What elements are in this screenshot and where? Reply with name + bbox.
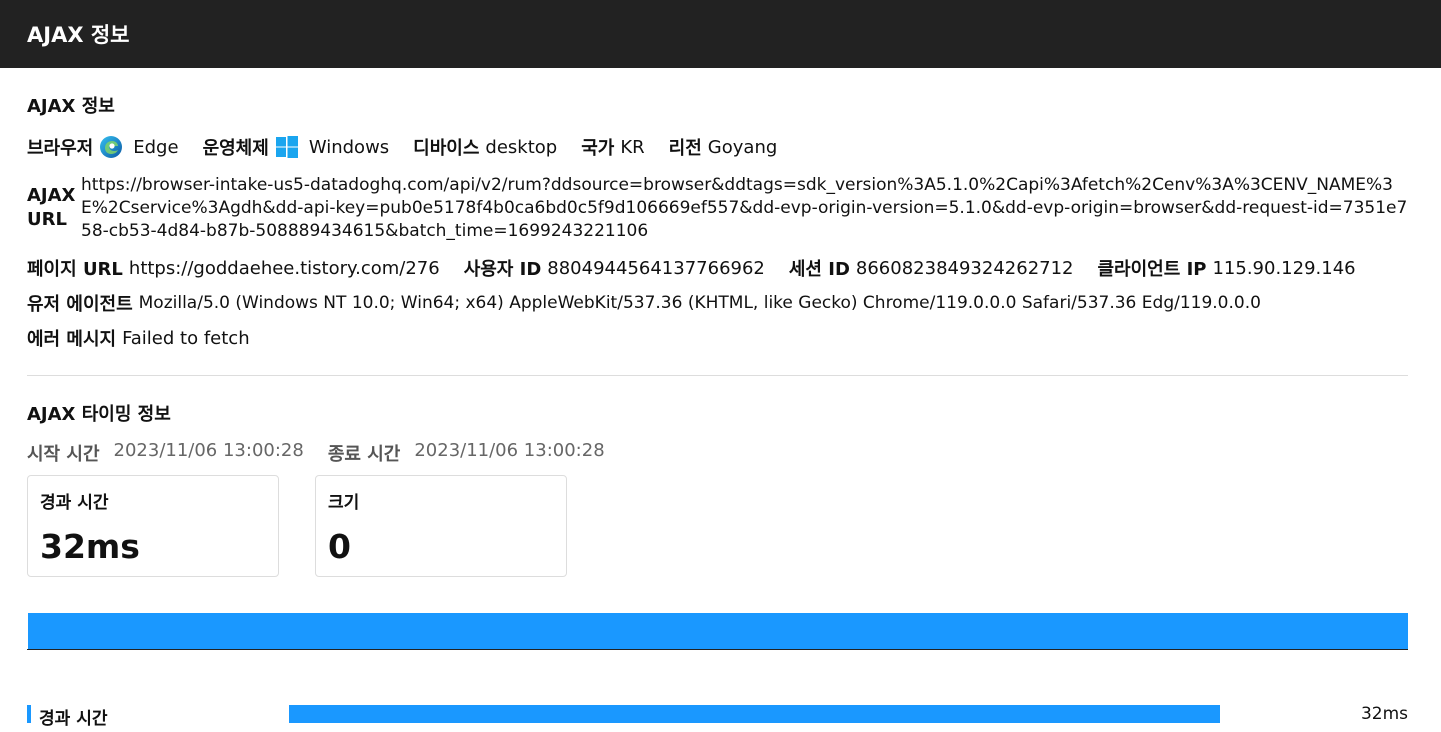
device-value: desktop — [485, 136, 558, 158]
client-ip-label: 클라이언트 IP — [1097, 259, 1207, 280]
user-agent-label: 유저 에이전트 — [27, 294, 133, 315]
ajax-url-value: https://browser-intake-us5-datadoghq.com… — [81, 175, 1408, 241]
client-ip-value: 115.90.129.146 — [1212, 257, 1356, 279]
duration-bar — [289, 705, 1220, 723]
panel-title: AJAX 정보 — [27, 23, 130, 47]
timeline-bar — [28, 613, 1408, 649]
duration-label: 경과 시간 — [39, 709, 108, 729]
size-card-value: 0 — [328, 527, 351, 566]
region-value: Goyang — [707, 136, 778, 158]
end-time-label: 종료 시간 — [327, 444, 401, 465]
size-card: 크기 0 — [315, 475, 567, 577]
error-row: 에러 메시지 Failed to fetch — [27, 325, 274, 351]
user-id-label: 사용자 ID — [463, 259, 542, 280]
ids-row: 페이지 URL https://goddaehee.tistory.com/27… — [27, 255, 1380, 281]
region-label: 리전 — [668, 138, 702, 159]
start-time-value: 2023/11/06 13:00:28 — [113, 440, 304, 461]
os-label: 운영체제 — [202, 138, 269, 159]
page-url-value: https://goddaehee.tistory.com/276 — [128, 257, 440, 279]
end-time-value: 2023/11/06 13:00:28 — [414, 440, 605, 461]
ajax-info-title: AJAX 정보 — [27, 96, 115, 117]
ajax-url-label: AJAX URL — [27, 185, 76, 230]
page-url-label: 페이지 URL — [27, 259, 123, 280]
windows-icon — [275, 135, 299, 159]
duration-marker — [27, 705, 31, 723]
panel-header: AJAX 정보 — [0, 0, 1441, 68]
country-label: 국가 — [581, 138, 615, 159]
user-agent-value: Mozilla/5.0 (Windows NT 10.0; Win64; x64… — [138, 293, 1261, 313]
section-divider — [27, 375, 1408, 376]
session-id-label: 세션 ID — [788, 259, 850, 280]
start-time-label: 시작 시간 — [27, 444, 100, 465]
edge-icon — [99, 135, 123, 159]
time-range-row: 시작 시간 2023/11/06 13:00:28 종료 시간 2023/11/… — [27, 440, 629, 466]
ajax-url-row: AJAX URL https://browser-intake-us5-data… — [27, 174, 1408, 243]
session-id-value: 8660823849324262712 — [855, 257, 1074, 279]
elapsed-time-card-label: 경과 시간 — [40, 493, 109, 513]
ajax-timing-title: AJAX 타이밍 정보 — [27, 404, 171, 425]
duration-row: 경과 시간 32ms — [27, 704, 1408, 729]
size-card-label: 크기 — [328, 493, 360, 513]
user-agent-row: 유저 에이전트 Mozilla/5.0 (Windows NT 10.0; Wi… — [27, 290, 1285, 316]
browser-value: Edge — [133, 136, 179, 158]
os-value: Windows — [308, 136, 390, 158]
error-message-label: 에러 메시지 — [27, 329, 117, 350]
environment-row: 브라우저 Edge 운영체제 Windows 디바이스 desktop 국가 K… — [27, 134, 801, 160]
elapsed-time-card-value: 32ms — [40, 527, 140, 566]
timeline-axis — [27, 649, 1408, 650]
duration-value: 32ms — [1360, 704, 1408, 724]
user-id-value: 8804944564137766962 — [547, 257, 765, 279]
elapsed-time-card: 경과 시간 32ms — [27, 475, 279, 577]
device-label: 디바이스 — [413, 138, 480, 159]
error-message-value: Failed to fetch — [122, 327, 250, 349]
browser-label: 브라우저 — [27, 138, 94, 159]
country-value: KR — [620, 136, 645, 158]
